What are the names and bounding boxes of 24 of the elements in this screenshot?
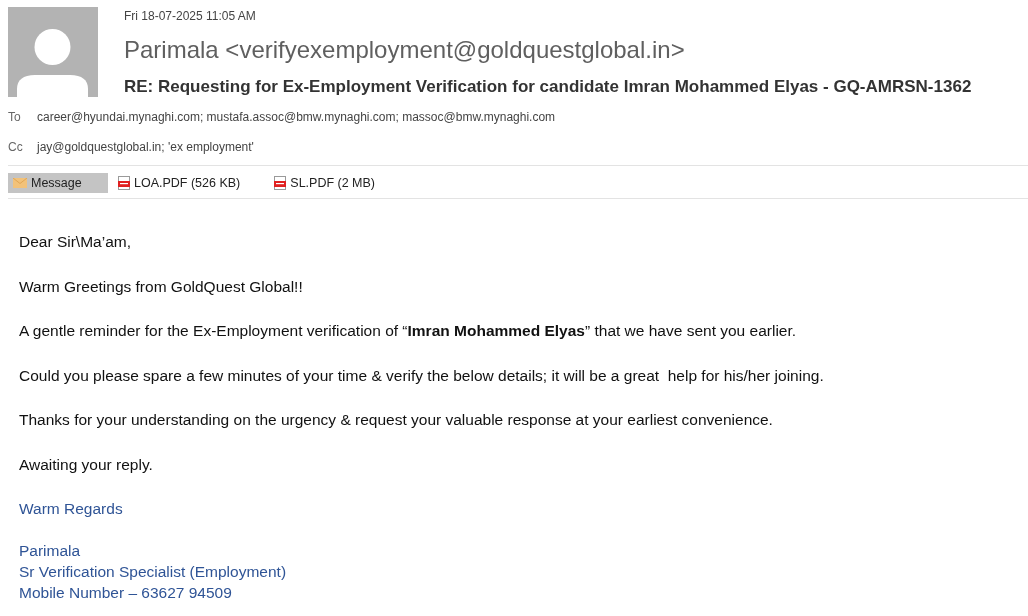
field-label: Cc bbox=[8, 140, 24, 154]
sender-name: Parimala <verifyexemployment@goldquestglobal.in> bbox=[124, 35, 686, 65]
person-icon bbox=[8, 7, 98, 97]
date-text: Fri 18-07-2025 11:05 AM bbox=[124, 8, 257, 25]
body-paragraph: Dear Sir\Ma’am, bbox=[19, 232, 132, 252]
recipient-list: career@hyundai.mynaghi.com; mustafa.assoc@bmw.mynaghi.com; massoc@bmw.mynaghi.com bbox=[37, 110, 556, 124]
attachment-tab[interactable]: SL.PDF (2 MB) bbox=[269, 173, 400, 193]
document-icon bbox=[274, 176, 287, 190]
attachment-tab[interactable]: LOA.PDF (526 KB) bbox=[113, 173, 265, 193]
body-paragraph: Warm Greetings from GoldQuest Global!! bbox=[19, 276, 304, 297]
signature-line: Mobile Number – 63627 94509 bbox=[19, 583, 232, 603]
body-paragraph: Awaiting your reply. bbox=[19, 454, 154, 475]
signature-line: Sr Verification Specialist (Employment) bbox=[19, 562, 287, 582]
field-label: To bbox=[8, 110, 22, 124]
document-icon bbox=[118, 176, 130, 190]
recipient-list: jay@goldquestglobal.in; 'ex employment' bbox=[37, 140, 254, 154]
body-paragraph: Could you please spare a few minutes of your time & verify the below details; it will be a great help for his/her joining. bbox=[19, 365, 825, 386]
signature-closing: Warm Regards bbox=[19, 499, 123, 519]
message-tab[interactable]: Message bbox=[8, 173, 108, 193]
signature-line: Parimala bbox=[19, 541, 81, 561]
envelope-icon bbox=[13, 178, 27, 188]
body-paragraph: Thanks for your understanding on the urgency & request your valuable response at your earliest convenience. bbox=[19, 410, 774, 430]
subject-line: RE: Requesting for Ex-Employment Verification for candidate Imran Mohammed Elyas - GQ-AMRSN-1362 bbox=[124, 76, 972, 98]
body-paragraph: A gentle reminder for the Ex-Employment verification of “Imran Mohammed Elyas” that we have sent you earlier. bbox=[19, 321, 798, 341]
